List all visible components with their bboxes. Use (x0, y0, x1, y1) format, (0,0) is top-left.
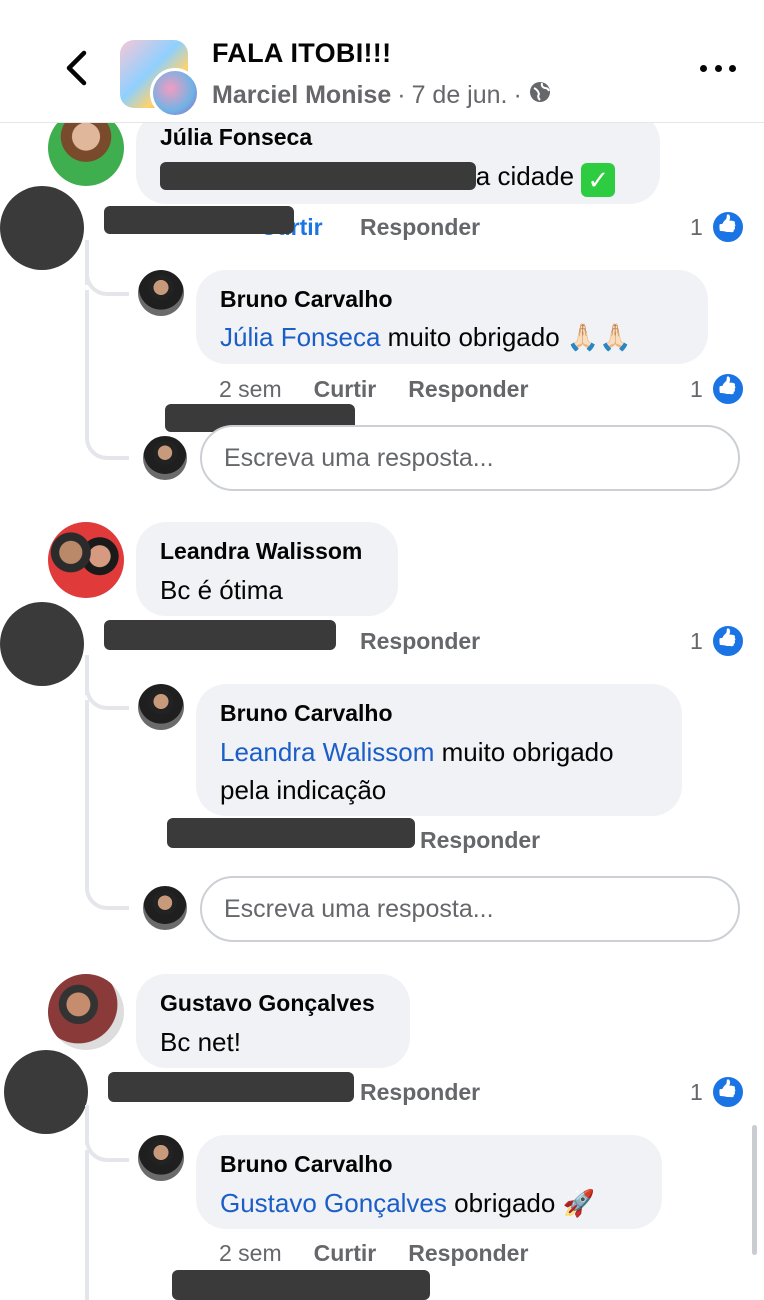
reaction-count[interactable]: 1 (690, 624, 745, 658)
reply-bubble: Bruno Carvalho Leandra Walissom muito ob… (196, 684, 682, 816)
replier-name[interactable]: Bruno Carvalho (220, 700, 658, 727)
like-button[interactable]: Curtir (314, 376, 377, 403)
reply-actions: Responder (420, 827, 540, 854)
redaction-bar (104, 620, 336, 650)
thread-connector (85, 256, 129, 296)
group-title[interactable]: FALA ITOBI!!! (212, 38, 391, 69)
reply-input[interactable]: Escreva uma resposta... (200, 876, 740, 942)
comment-text-visible: la cidade (470, 161, 575, 191)
reply-text-body: muito obrigado (387, 322, 560, 352)
reply-actions: 2 sem Curtir Responder (219, 1240, 528, 1267)
post-header: FALA ITOBI!!! Marciel Monise · 7 de jun.… (0, 0, 764, 123)
comment-actions: Responder (360, 1079, 480, 1106)
meta-separator: · (397, 81, 406, 109)
reply-time[interactable]: 2 sem (219, 376, 282, 403)
comment-actions: Responder (360, 214, 480, 241)
comment-text: Bc é ótima (160, 575, 283, 605)
reply-text-body: muito obrigado (441, 737, 614, 767)
mention-link[interactable]: Gustavo Gonçalves (220, 1188, 447, 1218)
check-mark-icon: ✓ (581, 163, 616, 197)
commenter-name[interactable]: Júlia Fonseca (160, 124, 636, 151)
thread-connector (85, 420, 129, 460)
current-user-avatar (143, 436, 187, 480)
mention-link[interactable]: Leandra Walissom (220, 737, 434, 767)
like-count: 1 (690, 375, 703, 402)
comment-actions: Responder (360, 628, 480, 655)
post-author[interactable]: Marciel Monise (212, 81, 391, 110)
like-count: 1 (690, 213, 703, 240)
like-reaction-icon (710, 372, 745, 406)
scrollbar[interactable] (752, 1125, 757, 1255)
reply-button[interactable]: Responder (408, 1240, 528, 1267)
like-count: 1 (690, 1078, 703, 1105)
redaction-dot (0, 186, 84, 270)
reply-actions: 2 sem Curtir Responder (219, 376, 528, 403)
reply-button[interactable]: Responder (360, 628, 480, 655)
comment-bubble: Júlia Fonseca la cidade ✓ (136, 112, 660, 204)
redaction-dot (0, 602, 84, 686)
reply-text: Júlia Fonseca muito obrigado 🙏🏻🙏🏻 (220, 319, 684, 355)
reply-button[interactable]: Responder (360, 1079, 480, 1106)
reply-button[interactable]: Responder (360, 214, 480, 241)
replier-name[interactable]: Bruno Carvalho (220, 286, 684, 313)
redaction-bar (172, 1270, 430, 1300)
reply-bubble: Bruno Carvalho Gustavo Gonçalves obrigad… (196, 1135, 662, 1229)
reply-bubble: Bruno Carvalho Júlia Fonseca muito obrig… (196, 270, 708, 364)
reply-text: Leandra Walissom muito obrigado (220, 733, 658, 771)
like-reaction-icon (710, 1075, 745, 1109)
replier-name[interactable]: Bruno Carvalho (220, 1151, 638, 1178)
replier-avatar[interactable] (138, 270, 184, 316)
redaction-bar (108, 1072, 354, 1102)
thread-connector (85, 670, 129, 710)
globe-icon (528, 80, 552, 111)
praying-hands-icon: 🙏🏻🙏🏻 (566, 322, 632, 352)
mention-link[interactable]: Júlia Fonseca (220, 322, 380, 352)
comment-bubble: Gustavo Gonçalves Bc net! (136, 974, 410, 1068)
commenter-name[interactable]: Gustavo Gonçalves (160, 990, 386, 1017)
thread-connector (85, 1122, 129, 1162)
redaction-bar (104, 206, 294, 234)
reply-text: Gustavo Gonçalves obrigado 🚀 (220, 1184, 638, 1222)
reply-input[interactable]: Escreva uma resposta... (200, 425, 740, 491)
reaction-count[interactable]: 1 (690, 372, 745, 406)
redaction-dot (4, 1050, 88, 1134)
reaction-count[interactable]: 1 (690, 210, 745, 244)
reaction-count[interactable]: 1 (690, 1075, 745, 1109)
redaction-bar (167, 818, 415, 848)
current-user-avatar (143, 886, 187, 930)
reply-text-body: obrigado (454, 1188, 556, 1218)
author-avatar[interactable] (150, 68, 200, 118)
reply-button[interactable]: Responder (420, 827, 540, 854)
meta-separator: · (513, 81, 522, 109)
like-button[interactable]: Curtir (314, 1240, 377, 1267)
reply-text-line2: pela indicação (220, 775, 387, 805)
thread-line (85, 1150, 89, 1300)
commenter-avatar[interactable] (48, 974, 124, 1050)
thread-line (85, 700, 89, 880)
comment-text: Bc net! (160, 1027, 241, 1057)
thread-connector (85, 870, 129, 910)
reply-time[interactable]: 2 sem (219, 1240, 282, 1267)
like-reaction-icon (710, 210, 745, 244)
post-date[interactable]: 7 de jun. (412, 81, 508, 110)
redaction-bar (160, 162, 476, 190)
like-reaction-icon (710, 624, 745, 658)
reply-button[interactable]: Responder (408, 376, 528, 403)
replier-avatar[interactable] (138, 1135, 184, 1181)
like-count: 1 (690, 627, 703, 654)
rocket-icon: 🚀 (562, 1188, 595, 1218)
post-meta: Marciel Monise · 7 de jun. · (212, 80, 552, 111)
replier-avatar[interactable] (138, 684, 184, 730)
thread-line (85, 290, 89, 430)
more-options-icon[interactable] (700, 56, 736, 80)
comment-bubble: Leandra Walissom Bc é ótima (136, 522, 398, 616)
commenter-avatar[interactable] (48, 522, 124, 598)
commenter-name[interactable]: Leandra Walissom (160, 538, 374, 565)
back-arrow-icon[interactable] (62, 50, 92, 86)
